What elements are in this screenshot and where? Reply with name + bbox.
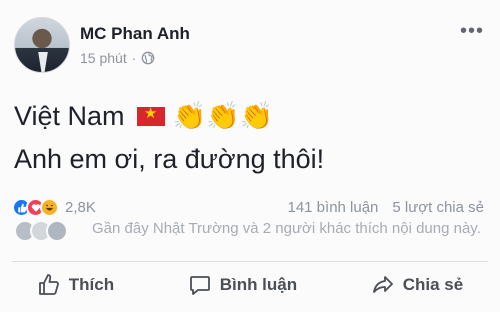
clapping-hands-icon: 👏 [172,101,207,131]
friends-liked[interactable]: Gần đây Nhật Trường và 2 người khác thíc… [14,218,490,256]
thumbs-up-icon [38,274,59,295]
post-card: MC Phan Anh 15 phút · ••• Việt Nam 👏 👏 👏… [0,0,500,312]
more-options-icon[interactable]: ••• [460,21,484,41]
post-text-line-1: Việt Nam 👏 👏 👏 [14,101,273,132]
share-arrow-icon [372,276,393,293]
reaction-summary[interactable]: 2,8K [12,198,96,217]
post-text-line-2: Anh em ơi, ra đường thôi! [14,144,325,174]
comment-bubble-icon [189,276,210,295]
actions-divider [12,261,488,262]
post-meta: 15 phút · [80,50,155,66]
clapping-hands-icon: 👏 [206,101,240,131]
clap-emojis: 👏 👏 👏 [173,103,274,130]
share-count[interactable]: 5 lượt chia sẻ [392,199,484,216]
avatar-shirt [38,52,48,72]
comment-label: Bình luận [219,275,298,294]
friend-avatars [14,220,68,242]
post-actions: Thích Bình luận Chia sẻ [0,266,500,304]
like-label: Thích [68,275,115,294]
globe-icon[interactable] [141,51,155,65]
friend-avatar [46,220,68,242]
post-time[interactable]: 15 phút [80,50,127,66]
clapping-hands-icon: 👏 [239,101,274,131]
comment-button[interactable]: Bình luận [188,273,297,297]
vietnam-flag-icon [136,104,165,126]
engagement-counts: 141 bình luận 5 lượt chia sẻ [287,199,484,216]
reaction-count: 2,8K [65,199,96,216]
share-button[interactable]: Chia sẻ [371,273,463,297]
author-name[interactable]: MC Phan Anh [80,24,190,44]
meta-separator: · [131,50,137,66]
like-button[interactable]: Thích [37,273,114,297]
author-avatar[interactable] [14,17,70,73]
comment-count[interactable]: 141 bình luận [287,199,378,216]
friends-liked-text: Gần đây Nhật Trường và 2 người khác thíc… [92,220,481,237]
post-text-vietnam: Việt Nam [14,101,125,131]
haha-reaction-icon [40,198,59,217]
share-label: Chia sẻ [402,275,464,294]
